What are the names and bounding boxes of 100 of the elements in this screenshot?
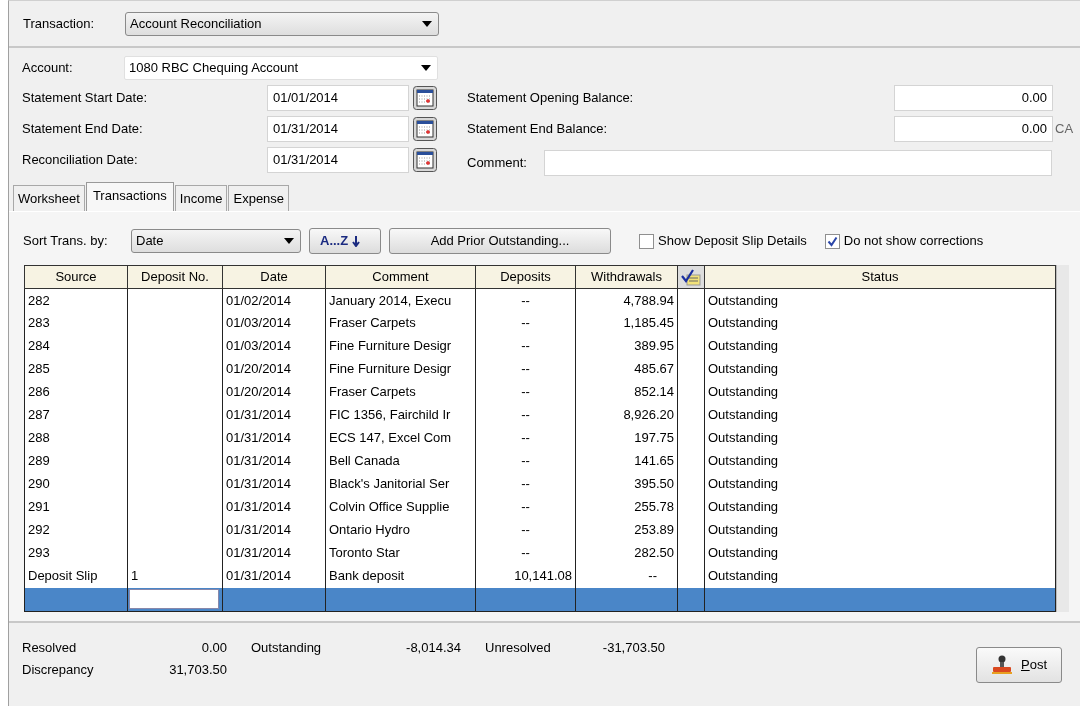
summary-value: -31,703.50	[601, 639, 665, 658]
table-cell: January 2014, Execu	[325, 288, 476, 312]
table-row[interactable]: 284 01/03/2014 Fine Furniture Desigr -- 389.95 Outstanding	[24, 334, 1056, 358]
table-cell: --	[475, 449, 576, 473]
table-cell: 282	[24, 288, 128, 312]
table-cell: Bell Canada	[325, 449, 476, 473]
checkbox-label: Do not show corrections	[843, 232, 984, 251]
table-cell: --	[475, 518, 576, 542]
summary-label: Outstanding	[251, 639, 323, 658]
checkbox[interactable]	[639, 233, 654, 249]
field-label: Transaction:	[23, 14, 96, 33]
amount-field[interactable]: 0.00	[894, 84, 1053, 111]
table-cell: 1,185.45	[575, 311, 678, 335]
table-row[interactable]: 283 01/03/2014 Fraser Carpets -- 1,185.45 Outstanding	[24, 311, 1056, 335]
table-cell: 01/31/2014	[222, 472, 326, 496]
amount-field[interactable]: 0.00	[894, 115, 1053, 142]
caret-icon	[421, 65, 431, 71]
calendar-icon[interactable]	[413, 85, 437, 110]
table-row[interactable]: Deposit Slip 1 01/31/2014 Bank deposit 10,141.08 -- Outstanding	[24, 564, 1056, 588]
table-cell: --	[475, 495, 576, 519]
table-cell: 282.50	[575, 541, 678, 565]
table-cell: 8,926.20	[575, 403, 678, 427]
column-header[interactable]: Source	[24, 265, 128, 289]
table-cell: 291	[24, 495, 128, 519]
tab[interactable]: Transactions	[85, 181, 174, 211]
table-row[interactable]: 285 01/20/2014 Fine Furniture Desigr -- 485.67 Outstanding	[24, 357, 1056, 381]
checklist-icon[interactable]	[681, 268, 701, 287]
selected-row[interactable]	[24, 587, 1056, 611]
calendar-icon[interactable]	[413, 116, 437, 141]
table-cell: Deposit Slip	[24, 564, 128, 588]
table-cell: 292	[24, 518, 128, 542]
table-row[interactable]: 289 01/31/2014 Bell Canada -- 141.65 Outstanding	[24, 449, 1056, 473]
column-header[interactable]: Date	[222, 265, 326, 289]
table-row[interactable]: 286 01/20/2014 Fraser Carpets -- 852.14 Outstanding	[24, 380, 1056, 404]
post-button[interactable]: Post	[976, 647, 1062, 683]
column-header[interactable]: Withdrawals	[575, 265, 678, 289]
field-label: Statement Start Date:	[22, 88, 148, 107]
tab[interactable]: Expense	[228, 184, 290, 211]
comment-field[interactable]	[544, 149, 1052, 176]
column-header[interactable]: Deposit No.	[127, 265, 223, 289]
table-cell: 197.75	[575, 426, 678, 450]
table-cell: 01/31/2014	[222, 495, 326, 519]
table-cell: 286	[24, 380, 128, 404]
column-header[interactable]: Status	[704, 265, 1056, 289]
table-cell: --	[475, 311, 576, 335]
table-cell: Fraser Carpets	[325, 311, 476, 335]
table-cell: 253.89	[575, 518, 678, 542]
table-row[interactable]: 292 01/31/2014 Ontario Hydro -- 253.89 Outstanding	[24, 518, 1056, 542]
table-cell: Outstanding	[704, 334, 1056, 358]
table-row[interactable]: 288 01/31/2014 ECS 147, Excel Com -- 197.75 Outstanding	[24, 426, 1056, 450]
add-prior-outstanding-button[interactable]: Add Prior Outstanding...	[389, 228, 611, 254]
date-field[interactable]: 01/31/2014	[267, 146, 409, 173]
table-cell: 01/31/2014	[222, 403, 326, 427]
table-cell: 10,141.08	[475, 564, 576, 588]
column-header[interactable]: Deposits	[475, 265, 576, 289]
calendar-icon[interactable]	[413, 147, 437, 172]
table-cell: Fine Furniture Desigr	[325, 357, 476, 381]
table-cell: --	[475, 357, 576, 381]
input-field[interactable]	[129, 589, 219, 609]
account-dropdown[interactable]: 1080 RBC Chequing Account	[124, 56, 438, 80]
table-cell: 01/20/2014	[222, 357, 326, 381]
table-row[interactable]: 291 01/31/2014 Colvin Office Supplie -- 255.78 Outstanding	[24, 495, 1056, 519]
down-arrow-icon	[352, 235, 361, 247]
table-cell: 293	[24, 541, 128, 565]
table-cell: --	[475, 334, 576, 358]
column-header[interactable]: Comment	[325, 265, 476, 289]
table-cell: 285	[24, 357, 128, 381]
table-cell: 01/20/2014	[222, 380, 326, 404]
table-cell: 289	[24, 449, 128, 473]
table-cell: 01/03/2014	[222, 311, 326, 335]
tab[interactable]: Worksheet	[13, 184, 85, 211]
tab[interactable]: Income	[174, 184, 228, 211]
field-label: Comment:	[467, 153, 528, 172]
field-label: Sort Trans. by:	[23, 232, 109, 251]
table-cell: Outstanding	[704, 403, 1056, 427]
table-cell: Colvin Office Supplie	[325, 495, 476, 519]
table-cell: Black's Janitorial Ser	[325, 472, 476, 496]
caret-icon	[284, 238, 294, 244]
table-cell: Outstanding	[704, 380, 1056, 404]
summary-label: Resolved	[22, 639, 78, 658]
table-row[interactable]: 290 01/31/2014 Black's Janitorial Ser -- 395.50 Outstanding	[24, 472, 1056, 496]
table-cell: Toronto Star	[325, 541, 476, 565]
summary-label: Unresolved	[485, 639, 552, 658]
table-cell: 284	[24, 334, 128, 358]
sort-dropdown[interactable]: Date	[131, 229, 301, 253]
table-row[interactable]: 282 01/02/2014 January 2014, Execu -- 4,788.94 Outstanding	[24, 288, 1056, 312]
table-row[interactable]: 293 01/31/2014 Toronto Star -- 282.50 Outstanding	[24, 541, 1056, 565]
date-field[interactable]: 01/01/2014	[267, 84, 409, 111]
table-row[interactable]: 287 01/31/2014 FIC 1356, Fairchild Ir -- 8,926.20 Outstanding	[24, 403, 1056, 427]
table-cell: 389.95	[575, 334, 678, 358]
date-field[interactable]: 01/31/2014	[267, 115, 409, 142]
scrollbar-track[interactable]	[1056, 265, 1069, 612]
field-label: Statement Opening Balance:	[467, 88, 635, 107]
checkbox-label: Show Deposit Slip Details	[658, 232, 807, 251]
checkbox[interactable]	[824, 233, 840, 249]
sort-order-button[interactable]: A...Z	[309, 228, 381, 254]
currency-label: CA	[1055, 119, 1074, 138]
table-cell: --	[475, 288, 576, 312]
table-cell: 141.65	[575, 449, 678, 473]
transaction-dropdown[interactable]: Account Reconciliation	[125, 11, 439, 36]
